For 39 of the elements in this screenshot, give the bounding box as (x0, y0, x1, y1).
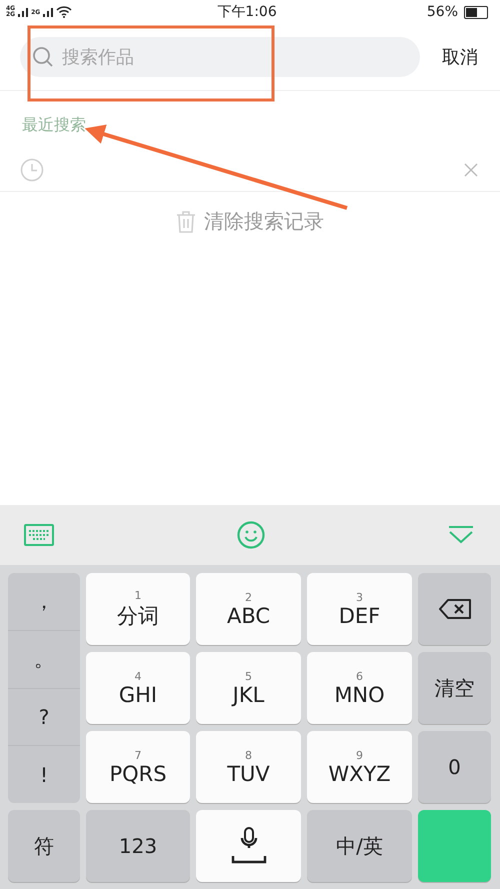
function-key[interactable]: 清空 (418, 652, 491, 724)
function-key[interactable]: 符 (8, 810, 80, 882)
symbol-key[interactable]: ? (8, 688, 80, 746)
battery-icon (464, 6, 488, 18)
wifi-icon (56, 6, 72, 18)
section-title: 最近搜索 (22, 115, 86, 134)
symbol-key[interactable]: ! (8, 746, 80, 803)
function-key[interactable]: 123 (86, 810, 190, 882)
action-key[interactable] (418, 810, 491, 882)
signal-icon (43, 6, 54, 18)
letter-key[interactable]: 5 JKL (196, 652, 301, 724)
letter-key[interactable]: 2 ABC (196, 573, 301, 645)
letter-key[interactable]: 3 DEF (307, 573, 412, 645)
cancel-button[interactable]: 取消 (442, 45, 478, 69)
emoji-icon[interactable] (237, 521, 265, 549)
letter-key[interactable]: 9 WXYZ (307, 731, 412, 803)
delete-key[interactable] (418, 573, 491, 645)
battery-percent: 56% (426, 4, 458, 20)
close-icon[interactable] (464, 163, 478, 177)
signal-icon (18, 6, 28, 18)
keyboard-icon[interactable] (24, 524, 54, 546)
letter-key[interactable]: 1 分词 (86, 573, 190, 645)
trash-icon (176, 210, 196, 234)
space-key[interactable] (196, 810, 301, 882)
letter-key[interactable]: 4 GHI (86, 652, 190, 724)
symbol-key[interactable]: 。 (8, 630, 80, 688)
function-key[interactable]: 0 (418, 731, 491, 803)
letter-key[interactable]: 6 MNO (307, 652, 412, 724)
letter-key[interactable]: 7 PQRS (86, 731, 190, 803)
backspace-icon (438, 599, 470, 619)
letter-key[interactable]: 8 TUV (196, 731, 301, 803)
function-key[interactable]: 中/英 (307, 810, 412, 882)
search-field[interactable]: 搜索作品 (20, 37, 420, 77)
clock-icon (20, 158, 44, 182)
collapse-icon[interactable] (448, 526, 474, 544)
search-icon (32, 46, 54, 68)
microphone-icon (230, 826, 266, 866)
clock-time: 下午1:06 (217, 4, 277, 20)
symbol-key[interactable]: ， (8, 573, 80, 631)
